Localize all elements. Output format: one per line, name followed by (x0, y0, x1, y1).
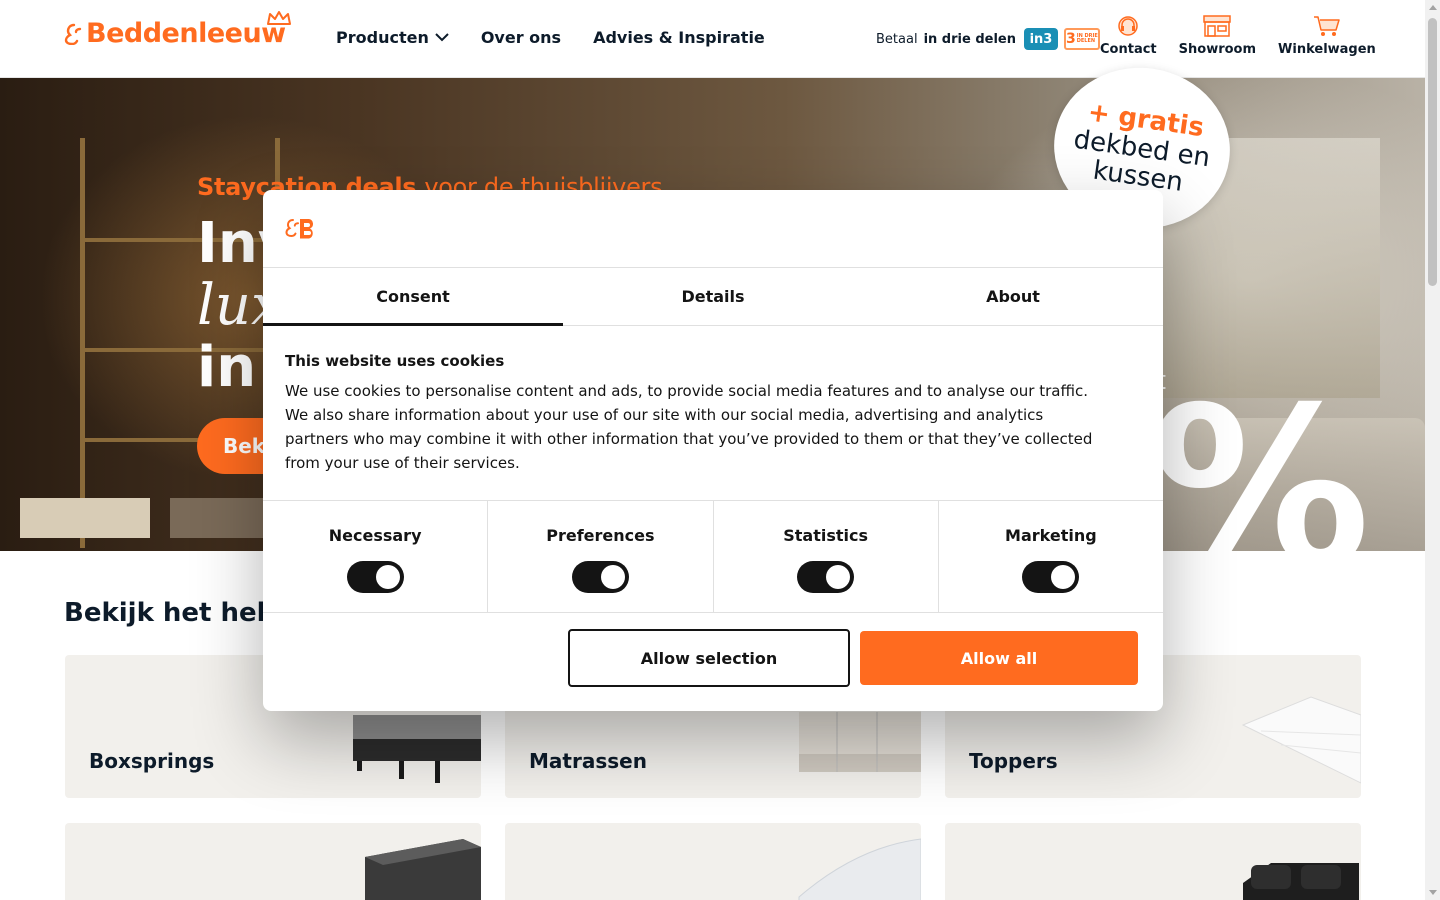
necessary-toggle[interactable] (346, 561, 404, 593)
cookie-tabs: Consent Details About (263, 268, 1163, 326)
toggle-group-statistics: Statistics (714, 501, 939, 612)
cookie-heading: This website uses cookies (285, 352, 505, 370)
page-scrollbar[interactable] (1425, 0, 1440, 900)
allow-all-button[interactable]: Allow all (860, 631, 1138, 685)
brand-logo-small (285, 219, 314, 239)
toggle-group-necessary: Necessary (263, 501, 489, 612)
cookie-toggles: Necessary Preferences Statistics Marketi… (263, 500, 1163, 613)
cookie-consent-dialog: Consent Details About This website uses … (263, 190, 1163, 711)
tab-about[interactable]: About (863, 268, 1163, 325)
marketing-toggle[interactable] (1022, 561, 1080, 593)
toggle-label: Statistics (783, 526, 868, 545)
scrollbar-thumb[interactable] (1428, 18, 1437, 286)
toggle-label: Marketing (1005, 526, 1097, 545)
toggle-label: Necessary (328, 526, 422, 545)
statistics-toggle[interactable] (797, 561, 855, 593)
toggle-knob (826, 565, 851, 589)
toggle-label: Preferences (546, 526, 655, 545)
toggle-group-preferences: Preferences (488, 501, 714, 612)
cookie-text: We use cookies to personalise content an… (285, 382, 1093, 472)
preferences-toggle[interactable] (571, 561, 629, 593)
toggle-knob (1051, 565, 1076, 589)
scroll-down-icon[interactable] (1429, 890, 1437, 895)
toggle-knob (375, 565, 400, 589)
tab-consent[interactable]: Consent (263, 268, 563, 326)
scroll-up-icon[interactable] (1429, 5, 1437, 10)
allow-selection-button[interactable]: Allow selection (568, 629, 850, 687)
tab-details[interactable]: Details (563, 268, 863, 325)
toggle-knob (600, 565, 625, 589)
toggle-group-marketing: Marketing (939, 501, 1163, 612)
cookie-body: This website uses cookies We use cookies… (285, 352, 1105, 475)
